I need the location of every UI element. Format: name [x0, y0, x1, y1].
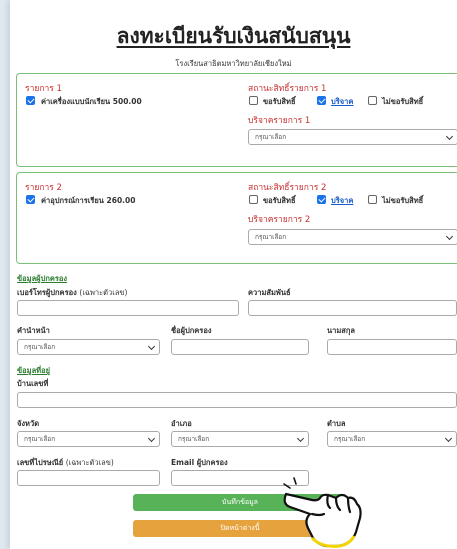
guardian-relation-input[interactable]: [248, 300, 457, 316]
address-house-label: บ้านเลขที่: [17, 379, 49, 388]
guardian-firstname-label: ชื่อผู้ปกครอง: [171, 326, 212, 335]
chevron-down-icon: [147, 434, 156, 443]
item-1-checkbox[interactable]: [26, 96, 35, 105]
form-sheet: ลงทะเบียนรับเงินสนับสนุน โรงเรียนสาธิตมห…: [10, 0, 457, 549]
item-2-opt-donate-checkbox[interactable]: [317, 195, 326, 204]
address-postal-input[interactable]: [17, 470, 160, 486]
chevron-down-icon: [445, 232, 454, 241]
guardian-relation-label: ความสัมพันธ์: [248, 288, 291, 297]
guardian-lastname-input[interactable]: [327, 339, 457, 355]
address-district-select-value: กรุณาเลือก: [178, 435, 210, 443]
item-2-status-heading: สถานะสิทธิ์รายการ 2: [248, 183, 327, 193]
item-1-opt-request-checkbox[interactable]: [249, 96, 258, 105]
item-1-group: รายการ 1 ค่าเครื่องแบบนักเรียน 500.00 สถ…: [16, 73, 457, 167]
address-district-label: อำเภอ: [171, 419, 192, 428]
address-subdistrict-select-value: กรุณาเลือก: [334, 435, 366, 443]
item-2-group: รายการ 2 ค่าอุปกรณ์การเรียน 260.00 สถานะ…: [16, 172, 457, 264]
chevron-down-icon: [296, 434, 305, 443]
address-postal-label-text: เลขที่ไปรษณีย์: [17, 458, 64, 467]
item-2-donate-select[interactable]: กรุณาเลือก: [248, 229, 457, 245]
address-house-input[interactable]: [17, 392, 457, 408]
address-district-select[interactable]: กรุณาเลือก: [171, 431, 309, 447]
guardian-phone-hint: (เฉพาะตัวเลข): [79, 288, 128, 297]
item-2-donate-heading: บริจาครายการ 2: [248, 215, 311, 225]
address-subdistrict-label: ตำบล: [327, 419, 346, 428]
page-title: ลงทะเบียนรับเงินสนับสนุน: [116, 24, 351, 48]
address-province-label: จังหวัด: [17, 419, 40, 428]
item-2-opt-donate-label[interactable]: บริจาค: [331, 195, 353, 207]
guardian-firstname-input[interactable]: [171, 339, 309, 355]
address-province-select[interactable]: กรุณาเลือก: [17, 431, 160, 447]
item-1-opt-donate-checkbox[interactable]: [317, 96, 326, 105]
item-1-donate-heading: บริจาครายการ 1: [248, 116, 311, 126]
item-2-opt-decline-checkbox[interactable]: [368, 195, 377, 204]
address-postal-label: เลขที่ไปรษณีย์ (เฉพาะตัวเลข): [17, 457, 114, 469]
item-1-donate-select[interactable]: กรุณาเลือก: [248, 129, 457, 145]
page-subtitle: โรงเรียนสาธิตมหาวิทยาลัยเชียงใหม่: [175, 59, 292, 68]
address-province-select-value: กรุณาเลือก: [24, 435, 56, 443]
item-2-checkbox-label: ค่าอุปกรณ์การเรียน 260.00: [41, 196, 136, 205]
address-subdistrict-select[interactable]: กรุณาเลือก: [327, 431, 457, 447]
item-1-opt-request-label: ขอรับสิทธิ์: [263, 97, 296, 106]
item-2-heading: รายการ 2: [25, 183, 62, 193]
item-1-opt-decline-checkbox[interactable]: [368, 96, 377, 105]
chevron-down-icon: [445, 132, 454, 141]
item-1-opt-donate-label[interactable]: บริจาค: [331, 96, 353, 108]
guardian-prefix-select[interactable]: กรุณาเลือก: [17, 339, 160, 355]
chevron-down-icon: [147, 342, 156, 351]
item-1-status-heading: สถานะสิทธิ์รายการ 1: [248, 84, 327, 94]
guardian-lastname-label: นามสกุล: [327, 326, 355, 335]
address-email-label: Email ผู้ปกครอง: [171, 458, 228, 467]
item-2-opt-request-label: ขอรับสิทธิ์: [263, 196, 296, 205]
item-1-heading: รายการ 1: [25, 84, 62, 94]
guardian-section-title[interactable]: ข้อมูลผู้ปกครอง: [17, 273, 67, 285]
item-2-checkbox[interactable]: [26, 195, 35, 204]
item-2-opt-request-checkbox[interactable]: [249, 195, 258, 204]
item-1-donate-select-value: กรุณาเลือก: [255, 133, 287, 141]
address-section-title[interactable]: ข้อมูลที่อยู่: [17, 365, 50, 377]
item-2-donate-select-value: กรุณาเลือก: [255, 233, 287, 241]
address-postal-hint: (เฉพาะตัวเลข): [65, 458, 114, 467]
item-2-opt-decline-label: ไม่ขอรับสิทธิ์: [382, 196, 424, 205]
guardian-phone-input[interactable]: [17, 300, 239, 316]
guardian-prefix-label: คำนำหน้า: [17, 326, 50, 335]
item-1-checkbox-label: ค่าเครื่องแบบนักเรียน 500.00: [41, 97, 142, 106]
guardian-phone-label-text: เบอร์โทรผู้ปกครอง: [17, 288, 77, 297]
item-1-opt-decline-label: ไม่ขอรับสิทธิ์: [382, 97, 424, 106]
chevron-down-icon: [444, 434, 453, 443]
guardian-prefix-select-value: กรุณาเลือก: [24, 343, 56, 351]
guardian-phone-label: เบอร์โทรผู้ปกครอง (เฉพาะตัวเลข): [17, 287, 127, 299]
pointing-hand-icon: [283, 477, 362, 548]
